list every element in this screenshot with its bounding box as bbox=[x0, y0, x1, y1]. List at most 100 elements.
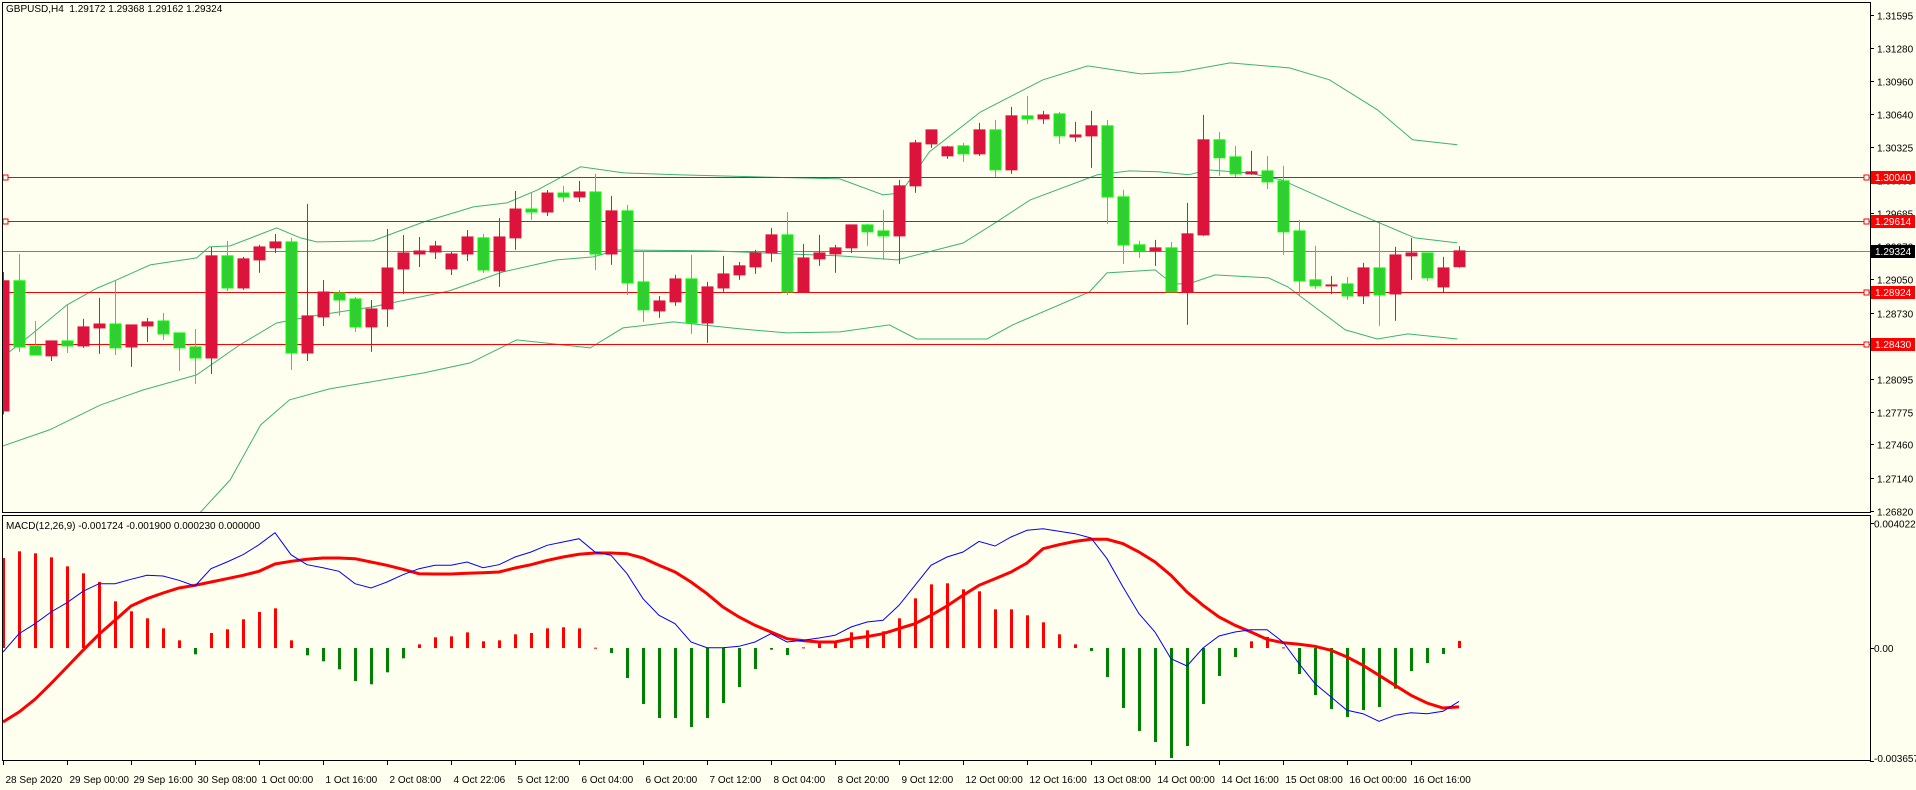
candle[interactable] bbox=[221, 240, 234, 291]
candle[interactable] bbox=[157, 312, 170, 340]
candle[interactable] bbox=[1037, 110, 1050, 124]
price-plot[interactable] bbox=[0, 62, 1870, 513]
candle[interactable] bbox=[1389, 246, 1402, 321]
candle[interactable] bbox=[269, 233, 282, 253]
candle[interactable] bbox=[973, 122, 986, 156]
candle[interactable] bbox=[957, 142, 970, 162]
candle[interactable] bbox=[557, 185, 570, 202]
candle[interactable] bbox=[397, 234, 410, 294]
chart-canvas[interactable]: 1.31595 1.31280 1.30960 1.30640 1.30325 1.300… bbox=[0, 0, 1916, 790]
candle[interactable] bbox=[1117, 189, 1130, 264]
price-axis-label: 1.27140 bbox=[1877, 475, 1914, 486]
candle[interactable] bbox=[381, 228, 394, 327]
line-handle-left[interactable] bbox=[3, 174, 9, 181]
candle[interactable] bbox=[429, 240, 442, 259]
candle[interactable] bbox=[413, 236, 426, 267]
candle[interactable] bbox=[109, 280, 122, 355]
price-axis-label: 1.31595 bbox=[1877, 12, 1914, 23]
candle[interactable] bbox=[749, 249, 762, 274]
candle[interactable] bbox=[13, 253, 26, 352]
line-handle-right[interactable] bbox=[1863, 289, 1870, 296]
candle[interactable] bbox=[1149, 239, 1162, 266]
candle[interactable] bbox=[829, 244, 842, 273]
candle[interactable] bbox=[845, 224, 858, 253]
candle[interactable] bbox=[285, 237, 298, 370]
macd-plot[interactable] bbox=[2, 528, 1461, 758]
candle[interactable] bbox=[669, 274, 682, 306]
candle[interactable] bbox=[1437, 256, 1450, 293]
candle[interactable] bbox=[1197, 114, 1210, 236]
candle[interactable] bbox=[509, 190, 522, 250]
candle[interactable] bbox=[765, 227, 778, 262]
candle[interactable] bbox=[1021, 95, 1034, 124]
line-handle-left[interactable] bbox=[3, 218, 9, 225]
line-handle-right[interactable] bbox=[1863, 174, 1870, 181]
candle[interactable] bbox=[1357, 262, 1370, 304]
candle[interactable] bbox=[317, 279, 330, 326]
candle[interactable] bbox=[125, 324, 138, 367]
candle[interactable] bbox=[477, 233, 490, 273]
candle[interactable] bbox=[1309, 245, 1322, 289]
candle[interactable] bbox=[1053, 111, 1066, 144]
candle[interactable] bbox=[173, 332, 186, 371]
candle[interactable] bbox=[1085, 110, 1098, 168]
candle[interactable] bbox=[653, 295, 666, 318]
candle[interactable] bbox=[189, 328, 202, 384]
candle[interactable] bbox=[861, 223, 874, 246]
candle[interactable] bbox=[29, 320, 42, 356]
candle[interactable] bbox=[205, 246, 218, 374]
candle-body bbox=[1453, 250, 1466, 268]
candle[interactable] bbox=[0, 272, 10, 415]
candle[interactable] bbox=[1213, 131, 1226, 176]
candle[interactable] bbox=[701, 281, 714, 343]
candle[interactable] bbox=[1341, 276, 1354, 300]
candle[interactable] bbox=[61, 303, 74, 353]
candle[interactable] bbox=[621, 204, 634, 295]
candle[interactable] bbox=[941, 145, 954, 159]
candle[interactable] bbox=[77, 318, 90, 348]
candle[interactable] bbox=[493, 217, 506, 287]
candle[interactable] bbox=[1325, 275, 1338, 294]
candle[interactable] bbox=[717, 255, 730, 292]
candle[interactable] bbox=[301, 203, 314, 361]
candle[interactable] bbox=[989, 119, 1002, 177]
candle[interactable] bbox=[333, 289, 346, 316]
candle[interactable] bbox=[141, 317, 154, 342]
candle[interactable] bbox=[1069, 121, 1082, 142]
candle[interactable] bbox=[637, 250, 650, 322]
line-handle-right[interactable] bbox=[1863, 218, 1870, 225]
candle[interactable] bbox=[1101, 119, 1114, 224]
candle[interactable] bbox=[1133, 240, 1146, 258]
candle[interactable] bbox=[1005, 106, 1018, 174]
candle[interactable] bbox=[925, 129, 938, 148]
candle[interactable] bbox=[573, 180, 586, 202]
candle[interactable] bbox=[813, 234, 826, 266]
candle[interactable] bbox=[525, 191, 538, 220]
candle[interactable] bbox=[1453, 246, 1466, 268]
candle[interactable] bbox=[909, 139, 922, 193]
candle[interactable] bbox=[605, 195, 618, 265]
candle[interactable] bbox=[1229, 145, 1242, 177]
candle[interactable] bbox=[733, 261, 746, 280]
candle-body bbox=[61, 340, 74, 347]
candle[interactable] bbox=[45, 340, 58, 361]
line-handle-right[interactable] bbox=[1863, 341, 1870, 348]
candle[interactable] bbox=[253, 244, 266, 273]
candle[interactable] bbox=[877, 209, 890, 260]
candle[interactable] bbox=[349, 296, 362, 332]
candle[interactable] bbox=[93, 297, 106, 354]
candle[interactable] bbox=[781, 212, 794, 295]
candle-body bbox=[221, 255, 234, 289]
candle[interactable] bbox=[541, 190, 554, 216]
candle[interactable] bbox=[1293, 219, 1306, 296]
candle[interactable] bbox=[1165, 241, 1178, 293]
candle[interactable] bbox=[1245, 150, 1258, 175]
candle[interactable] bbox=[445, 252, 458, 275]
candle[interactable] bbox=[461, 229, 474, 261]
candle[interactable] bbox=[685, 254, 698, 334]
candle[interactable] bbox=[1373, 221, 1386, 326]
candle[interactable] bbox=[1421, 252, 1434, 281]
candle[interactable] bbox=[237, 256, 250, 290]
candle[interactable] bbox=[1405, 237, 1418, 280]
candle[interactable] bbox=[1261, 155, 1274, 189]
